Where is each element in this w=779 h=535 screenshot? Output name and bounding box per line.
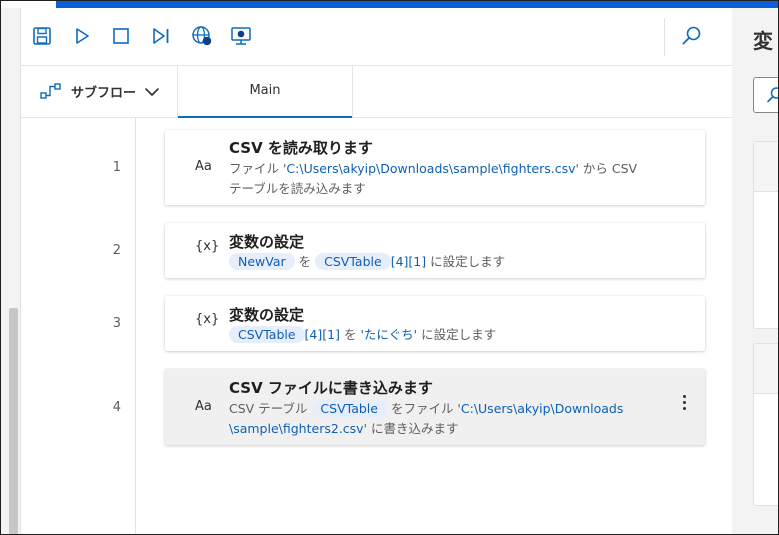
subflow-dropdown[interactable]: サブフロー — [21, 66, 178, 117]
file-path-token: C:\Users\akyip\Downloads — [460, 401, 624, 416]
file-path-token: C:\Users\akyip\Downloads\sample\fighters… — [286, 161, 576, 176]
desc-text: を — [298, 254, 312, 269]
flow-designer-window: サブフロー Main 1 2 3 4 Aa CSV を読み取ります ファイル '… — [0, 0, 779, 535]
index-token: [4][1] — [304, 327, 340, 342]
subflow-label: サブフロー — [71, 86, 137, 101]
desc-text: に設定します — [430, 254, 506, 269]
line-number: 4 — [112, 400, 121, 415]
desc-text: ' に書き込みます — [363, 421, 459, 436]
tab-bar: サブフロー Main — [21, 66, 732, 118]
variables-search-input[interactable] — [753, 77, 778, 113]
text-action-icon: Aa — [195, 159, 212, 174]
variable-token: CSVTable — [311, 400, 387, 417]
input-output-variables-section — [753, 141, 778, 329]
title-accent-bar — [56, 1, 778, 8]
action-set-variable[interactable]: {x} 変数の設定 NewVar を CSVTable [4][1] に設定します — [165, 223, 705, 278]
desc-text: に設定します — [421, 327, 497, 342]
index-token: [4][1] — [390, 254, 427, 269]
action-description-line2: \sample\fighters2.csv' に書き込みます — [229, 419, 458, 439]
variable-token: CSVTable — [315, 253, 391, 270]
variable-icon: {x} — [195, 312, 220, 327]
run-icon[interactable] — [71, 25, 93, 47]
toolbar-divider — [664, 18, 665, 56]
search-icon — [766, 86, 778, 108]
desc-text: CSV テーブル — [229, 401, 308, 416]
save-icon[interactable] — [31, 25, 53, 47]
string-value-token: たにぐち — [363, 327, 414, 342]
variable-token: NewVar — [229, 253, 295, 270]
action-title: CSV ファイルに書き込みます — [229, 379, 433, 397]
variable-icon: {x} — [195, 239, 220, 254]
desc-text: をファイル ' — [390, 401, 461, 416]
action-description: ファイル 'C:\Users\akyip\Downloads\sample\fi… — [229, 159, 637, 179]
desc-text: を — [343, 327, 357, 342]
desktop-recorder-icon[interactable] — [230, 25, 252, 47]
action-description-line2: テーブルを読み込みます — [229, 181, 366, 196]
tab-main-label: Main — [249, 83, 281, 98]
run-next-action-icon[interactable] — [150, 25, 172, 47]
line-number: 3 — [112, 316, 121, 331]
desc-text: ' から CSV — [575, 161, 638, 176]
left-scrollbar[interactable] — [9, 308, 18, 534]
search-icon[interactable] — [681, 25, 703, 47]
text-action-icon: Aa — [195, 399, 212, 414]
more-options-icon[interactable] — [683, 395, 687, 413]
line-number: 1 — [112, 160, 121, 175]
action-title: 変数の設定 — [229, 306, 305, 324]
variable-token: CSVTable — [229, 326, 305, 343]
flow-variables-section — [753, 343, 778, 506]
web-recorder-icon[interactable] — [191, 25, 213, 47]
left-rail — [1, 8, 21, 534]
subflow-icon — [40, 82, 62, 104]
toolbar — [21, 8, 732, 66]
tab-main[interactable]: Main — [178, 66, 353, 118]
action-read-csv[interactable]: Aa CSV を読み取ります ファイル 'C:\Users\akyip\Down… — [165, 130, 705, 205]
action-title: 変数の設定 — [229, 233, 305, 251]
variables-pane-title: 変 — [753, 29, 773, 53]
line-number-gutter: 1 2 3 4 — [21, 118, 136, 534]
line-number: 2 — [112, 243, 121, 258]
action-description: NewVar を CSVTable [4][1] に設定します — [229, 252, 505, 272]
quote: ' — [413, 327, 418, 342]
action-description: CSVTable [4][1] を 'たにぐち' に設定します — [229, 325, 496, 345]
active-tab-indicator — [178, 116, 352, 118]
stop-icon[interactable] — [110, 25, 132, 47]
action-description: CSV テーブル CSVTable をファイル 'C:\Users\akyip\… — [229, 399, 623, 419]
desc-text: ファイル ' — [229, 161, 287, 176]
action-write-csv[interactable]: Aa CSV ファイルに書き込みます CSV テーブル CSVTable をファ… — [165, 369, 705, 445]
file-path-token: \sample\fighters2.csv — [229, 421, 364, 436]
action-set-variable[interactable]: {x} 変数の設定 CSVTable [4][1] を 'たにぐち' に設定します — [165, 296, 705, 351]
chevron-down-icon — [143, 83, 161, 105]
action-title: CSV を読み取ります — [229, 139, 373, 157]
